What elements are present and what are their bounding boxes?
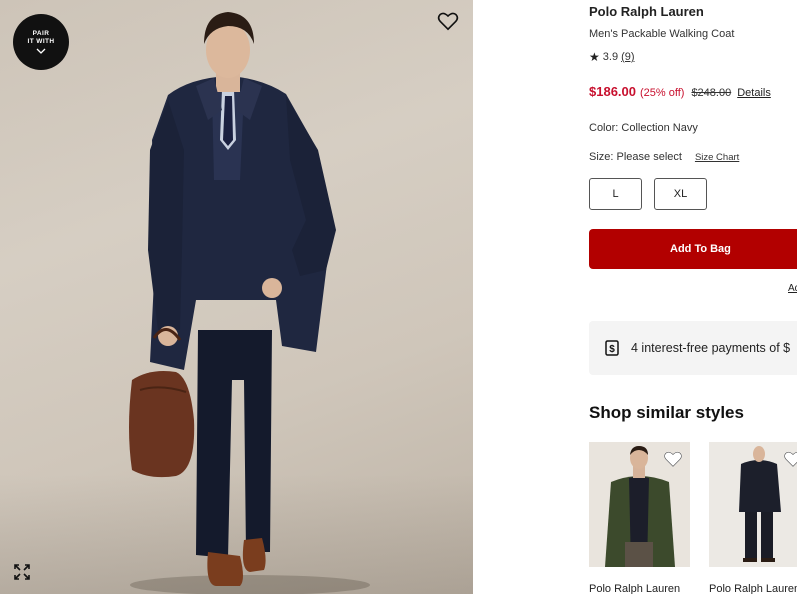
chevron-down-icon — [36, 48, 46, 54]
model-photo — [129, 12, 370, 594]
secondary-link[interactable]: Ad — [788, 283, 797, 294]
heart-icon[interactable] — [437, 11, 459, 31]
similar-product-brand[interactable]: Polo Ralph Lauren — [589, 583, 680, 594]
size-chart-link[interactable]: Size Chart — [695, 152, 739, 163]
expand-icon[interactable] — [13, 563, 31, 581]
size-row: Size: Please select Size Chart — [589, 151, 739, 163]
payments-text: 4 interest-free payments of $ — [631, 341, 791, 355]
price-details-link[interactable]: Details — [737, 87, 771, 99]
sale-price: $186.00 — [589, 84, 636, 99]
star-icon: ★ — [589, 50, 600, 64]
size-option-xl[interactable]: XL — [654, 178, 707, 210]
svg-text:$: $ — [609, 344, 615, 355]
payments-banner[interactable]: $ 4 interest-free payments of $ — [589, 321, 797, 375]
similar-styles-title: Shop similar styles — [589, 403, 744, 422]
pair-badge-line1: PAIR — [32, 30, 50, 37]
color-label: Color: Collection Navy — [589, 122, 698, 134]
add-to-bag-button[interactable]: Add To Bag — [589, 229, 797, 269]
rating-value: 3.9 — [602, 51, 619, 63]
product-image[interactable]: PAIR IT WITH — [0, 0, 473, 594]
product-brand[interactable]: Polo Ralph Lauren — [589, 4, 704, 19]
heart-icon[interactable] — [783, 450, 797, 468]
heart-icon[interactable] — [663, 450, 683, 468]
size-option-l[interactable]: L — [589, 178, 642, 210]
dollar-sign-icon: $ — [605, 340, 619, 356]
product-details-panel: Polo Ralph Lauren Men's Packable Walking… — [589, 0, 797, 594]
similar-product-card[interactable] — [589, 442, 690, 567]
product-rating[interactable]: ★ 3.9 (9) — [589, 50, 635, 64]
similar-product-card[interactable] — [709, 442, 797, 567]
pair-badge-line2: IT WITH — [27, 38, 55, 45]
original-price: $248.00 — [691, 87, 732, 99]
discount-percent: (25% off) — [640, 87, 685, 99]
similar-product-brand[interactable]: Polo Ralph Lauren — [709, 583, 797, 594]
pair-it-with-button[interactable]: PAIR IT WITH — [13, 14, 69, 70]
size-label: Size: Please select — [589, 151, 682, 163]
review-count-link[interactable]: (9) — [621, 51, 634, 63]
price-row: $186.00 (25% off) $248.00 Details — [589, 84, 771, 99]
product-name: Men's Packable Walking Coat — [589, 28, 735, 40]
